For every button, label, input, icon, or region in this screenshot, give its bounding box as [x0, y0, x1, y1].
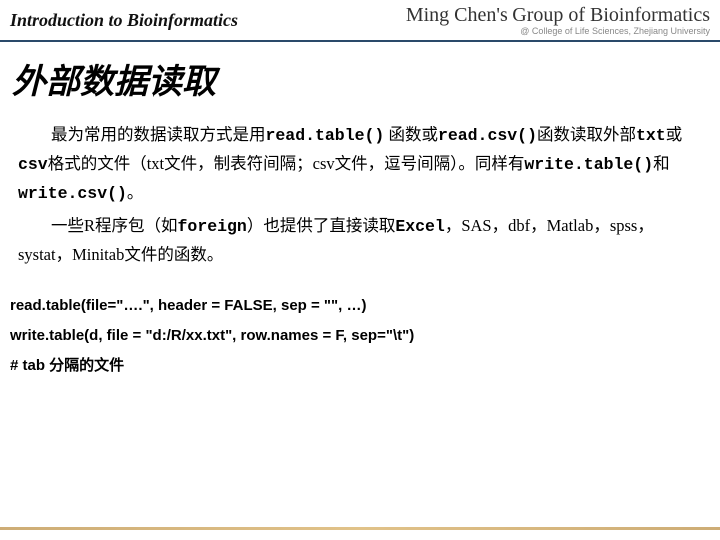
brand-script: Ming Chen's [406, 4, 508, 26]
header-title: Introduction to Bioinformatics [10, 10, 238, 31]
page-title: 外部数据读取 [12, 54, 720, 103]
code-line-1: read.table(file="….", header = FALSE, se… [10, 291, 710, 321]
code-line-2: write.table(d, file = "d:/R/xx.txt", row… [10, 321, 710, 351]
text: 格式的文件（txt文件，制表符间隔；csv文件，逗号间隔）。同样有 [48, 154, 525, 173]
text: 函数读取外部 [537, 125, 636, 144]
code-inline: write.table() [524, 155, 653, 174]
text: ）也提供了直接读取 [247, 216, 396, 235]
code-inline: write.csv() [18, 184, 127, 203]
code-line-3: # tab 分隔的文件 [10, 351, 710, 381]
brand-sub: @ College of Life Sciences, Zhejiang Uni… [520, 26, 710, 36]
header-brand: Ming Chen's Group of Bioinformatics @ Co… [406, 5, 710, 36]
text: 函数或 [384, 125, 438, 144]
text: 。 [127, 183, 144, 202]
text: 最为常用的数据读取方式是用 [51, 125, 266, 144]
header-bar: Introduction to Bioinformatics Ming Chen… [0, 0, 720, 42]
paragraph-2: 一些R程序包（如foreign）也提供了直接读取Excel，SAS，dbf，Ma… [18, 212, 702, 269]
body-text: 最为常用的数据读取方式是用read.table() 函数或read.csv()函… [0, 121, 720, 269]
code-inline: Excel [395, 217, 445, 236]
code-inline: txt [636, 126, 666, 145]
code-inline: foreign [178, 217, 247, 236]
brand-rest: Group of Bioinformatics [512, 4, 710, 26]
text: 一些R程序包（如 [51, 216, 178, 235]
code-block: read.table(file="….", header = FALSE, se… [0, 273, 720, 381]
paragraph-1: 最为常用的数据读取方式是用read.table() 函数或read.csv()函… [18, 121, 702, 208]
footer-divider [0, 527, 720, 530]
code-inline: csv [18, 155, 48, 174]
text: 或 [666, 125, 683, 144]
code-inline: read.csv() [438, 126, 537, 145]
text: 和 [653, 154, 670, 173]
code-inline: read.table() [266, 126, 385, 145]
